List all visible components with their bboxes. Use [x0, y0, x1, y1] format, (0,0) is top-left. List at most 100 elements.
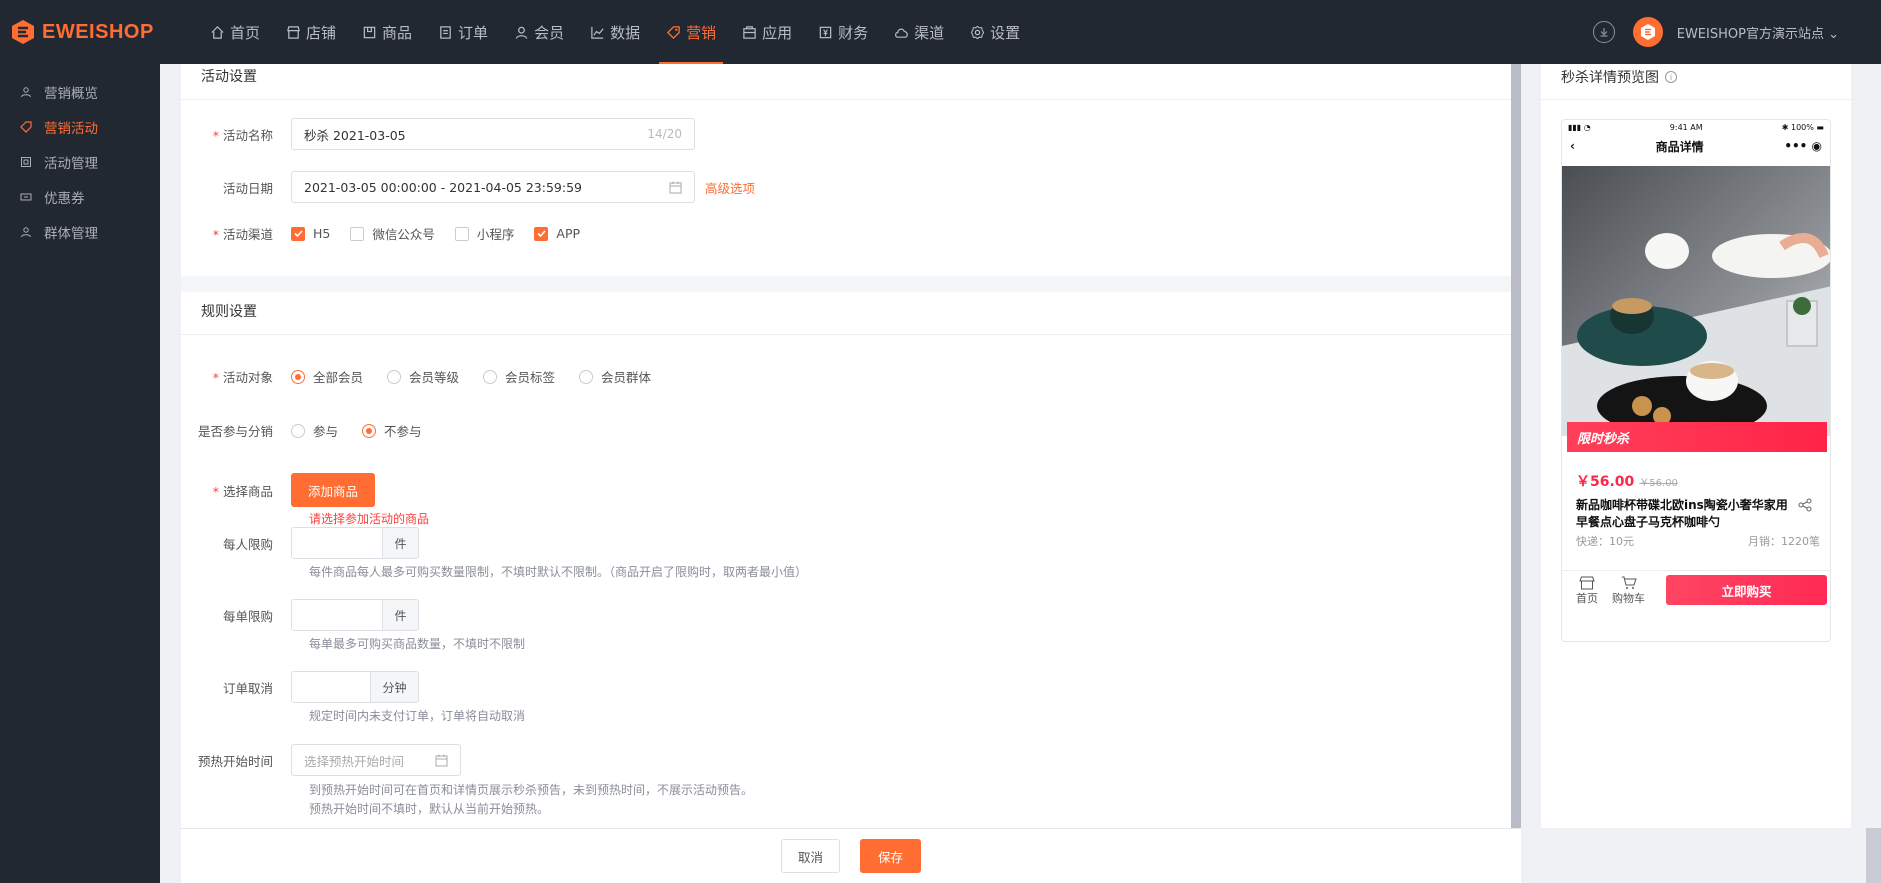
target-all-radio[interactable]: 全部会员	[291, 367, 363, 386]
section-title-activity: 活动设置	[181, 64, 1511, 100]
info-icon[interactable]: i	[1665, 71, 1677, 83]
sidebar-item-overview[interactable]: 营销概览	[0, 74, 160, 109]
gutter	[160, 64, 181, 883]
logo-icon	[1640, 24, 1655, 40]
channel-h5-checkbox[interactable]: H5	[291, 226, 330, 241]
target-group-radio[interactable]: 会员群体	[579, 367, 651, 386]
site-name-dropdown[interactable]: EWEISHOP官方演示站点 ⌄	[1677, 23, 1839, 42]
tab-cart[interactable]: 购物车	[1612, 576, 1645, 606]
radio-unselected	[387, 369, 402, 384]
download-icon[interactable]	[1592, 21, 1615, 43]
sidebar-item-label: 活动管理	[44, 155, 98, 172]
monthly-sales: 月销：1220笔	[1748, 535, 1820, 548]
nav-item-orders[interactable]: 订单	[425, 0, 501, 64]
calendar-icon	[21, 156, 31, 167]
order-cancel-minutes-input[interactable]: 分钟	[291, 671, 419, 703]
nav-label: 财务	[838, 23, 869, 42]
site-avatar[interactable]	[1632, 17, 1663, 47]
user-icon	[21, 86, 31, 97]
phone-status-bar: ▮▮▮ ◔ 9:41 AM ✱ 100% ▬	[1568, 122, 1824, 132]
add-goods-button[interactable]: 添加商品	[291, 473, 376, 507]
rules-settings-card: 规则设置	[181, 292, 1511, 335]
chevron-down-icon: ⌄	[1828, 26, 1839, 42]
row-per-order-limit: 每单限购 件	[181, 599, 419, 631]
scrollbar[interactable]	[1511, 64, 1521, 828]
signal-icon: ▮▮▮ ◔	[1568, 122, 1591, 132]
nav-item-settings[interactable]: 设置	[957, 0, 1033, 64]
field-label: * 活动对象	[212, 370, 273, 385]
sidebar-item-label: 营销活动	[44, 120, 98, 137]
field-label: 是否参与分销	[197, 424, 273, 439]
nav-item-goods[interactable]: 商品	[349, 0, 425, 64]
field-label: * 活动名称	[212, 127, 273, 143]
advanced-options-link[interactable]: 高级选项	[705, 178, 755, 197]
target-level-radio[interactable]: 会员等级	[387, 367, 459, 386]
nav-item-members[interactable]: 会员	[501, 0, 577, 64]
row-activity-channels: * 活动渠道 H5 微信公众号 小程序 APP	[181, 224, 600, 243]
nav-label: 店铺	[306, 23, 337, 42]
per-order-hint: 每单最多可购买商品数量，不填时不限制	[309, 637, 526, 651]
activity-name-input[interactable]: 秒杀 2021-03-05 14/20	[291, 118, 695, 150]
distribution-no-join-radio[interactable]: 不参与	[362, 421, 422, 440]
row-per-person-limit: 每人限购 件	[181, 527, 419, 559]
store-icon	[287, 25, 300, 39]
sidebar-item-coupons[interactable]: 优惠券	[0, 179, 160, 214]
cart-icon	[1621, 576, 1637, 589]
sidebar-item-campaigns[interactable]: 营销活动	[0, 109, 160, 144]
product-name: 新品咖啡杯带碟北欧ins陶瓷小奢华家用早餐点心盘子马克杯咖啡勺	[1576, 498, 1788, 529]
brand-logo[interactable]: EWEISHOP	[10, 19, 180, 45]
tag-icon	[667, 25, 680, 39]
cancel-button[interactable]: 取消	[780, 839, 840, 873]
nav-item-marketing[interactable]: 营销	[653, 0, 729, 64]
nav-item-store[interactable]: 店铺	[273, 0, 349, 64]
nav-item-finance[interactable]: 财务	[805, 0, 881, 64]
radio-selected	[291, 369, 305, 384]
channel-miniprogram-checkbox[interactable]: 小程序	[454, 224, 514, 243]
nav-item-apps[interactable]: 应用	[729, 0, 805, 64]
radio-unselected	[291, 423, 305, 438]
order-icon	[440, 25, 451, 39]
tab-home[interactable]: 首页	[1576, 576, 1598, 606]
field-label: 每人限购	[222, 536, 273, 552]
coupon-icon	[20, 193, 32, 200]
price-original: ￥56.00	[1639, 478, 1678, 489]
target-tag-radio[interactable]: 会员标签	[483, 367, 555, 386]
gear-icon	[970, 25, 985, 39]
nav-item-data[interactable]: 数据	[577, 0, 653, 64]
radio-selected	[362, 423, 377, 438]
per-order-limit-input[interactable]: 件	[291, 599, 419, 631]
nav-item-channels[interactable]: 渠道	[881, 0, 957, 64]
preheat-time-input[interactable]: 选择预热开始时间	[291, 744, 461, 776]
main-nav: 首页 店铺 商品 订单 会员 数据 营销 应用 财务 渠道 设置	[197, 0, 1033, 64]
unit-addon: 分钟	[370, 672, 418, 702]
sidebar-item-label: 优惠券	[44, 190, 85, 207]
finance-icon	[819, 26, 832, 38]
field-label: 活动日期	[222, 180, 273, 196]
buy-now-button[interactable]: 立即购买	[1666, 575, 1827, 605]
row-preheat: 预热开始时间 选择预热开始时间	[181, 744, 461, 776]
share-icon[interactable]	[1798, 498, 1812, 512]
calendar-icon	[669, 181, 682, 193]
nav-item-home[interactable]: 首页	[197, 0, 273, 64]
sidebar-item-label: 群体管理	[44, 225, 98, 242]
row-order-cancel: 订单取消 分钟	[181, 671, 419, 703]
product-meta: 快递：10元 月销：1220笔	[1576, 533, 1820, 549]
per-person-limit-input[interactable]: 件	[291, 527, 419, 559]
channel-app-checkbox[interactable]: APP	[534, 226, 580, 241]
sidebar-item-activity-manage[interactable]: 活动管理	[0, 144, 160, 179]
preheat-hint: 到预热开始时间可在首页和详情页展示秒杀预告，未到预热时间，不展示活动预告。 预热…	[309, 783, 754, 816]
save-button[interactable]: 保存	[860, 839, 922, 873]
goods-error-message: 请选择参加活动的商品	[309, 512, 430, 526]
brand-name: EWEISHOP	[42, 20, 154, 43]
row-distribution: 是否参与分销 参与 不参与	[181, 421, 446, 440]
distribution-join-radio[interactable]: 参与	[291, 421, 338, 440]
checkbox-unchecked	[350, 226, 365, 241]
nav-label: 营销	[686, 23, 717, 42]
product-image	[1562, 166, 1830, 436]
sidebar-item-groups[interactable]: 群体管理	[0, 214, 160, 249]
activity-date-input[interactable]: 2021-03-05 00:00:00 - 2021-04-05 23:59:5…	[291, 171, 695, 203]
section-title-rules: 规则设置	[181, 292, 1511, 335]
channel-wechat-checkbox[interactable]: 微信公众号	[350, 224, 435, 243]
chart-icon	[591, 26, 604, 39]
shipping-fee: 快递：10元	[1576, 535, 1634, 548]
